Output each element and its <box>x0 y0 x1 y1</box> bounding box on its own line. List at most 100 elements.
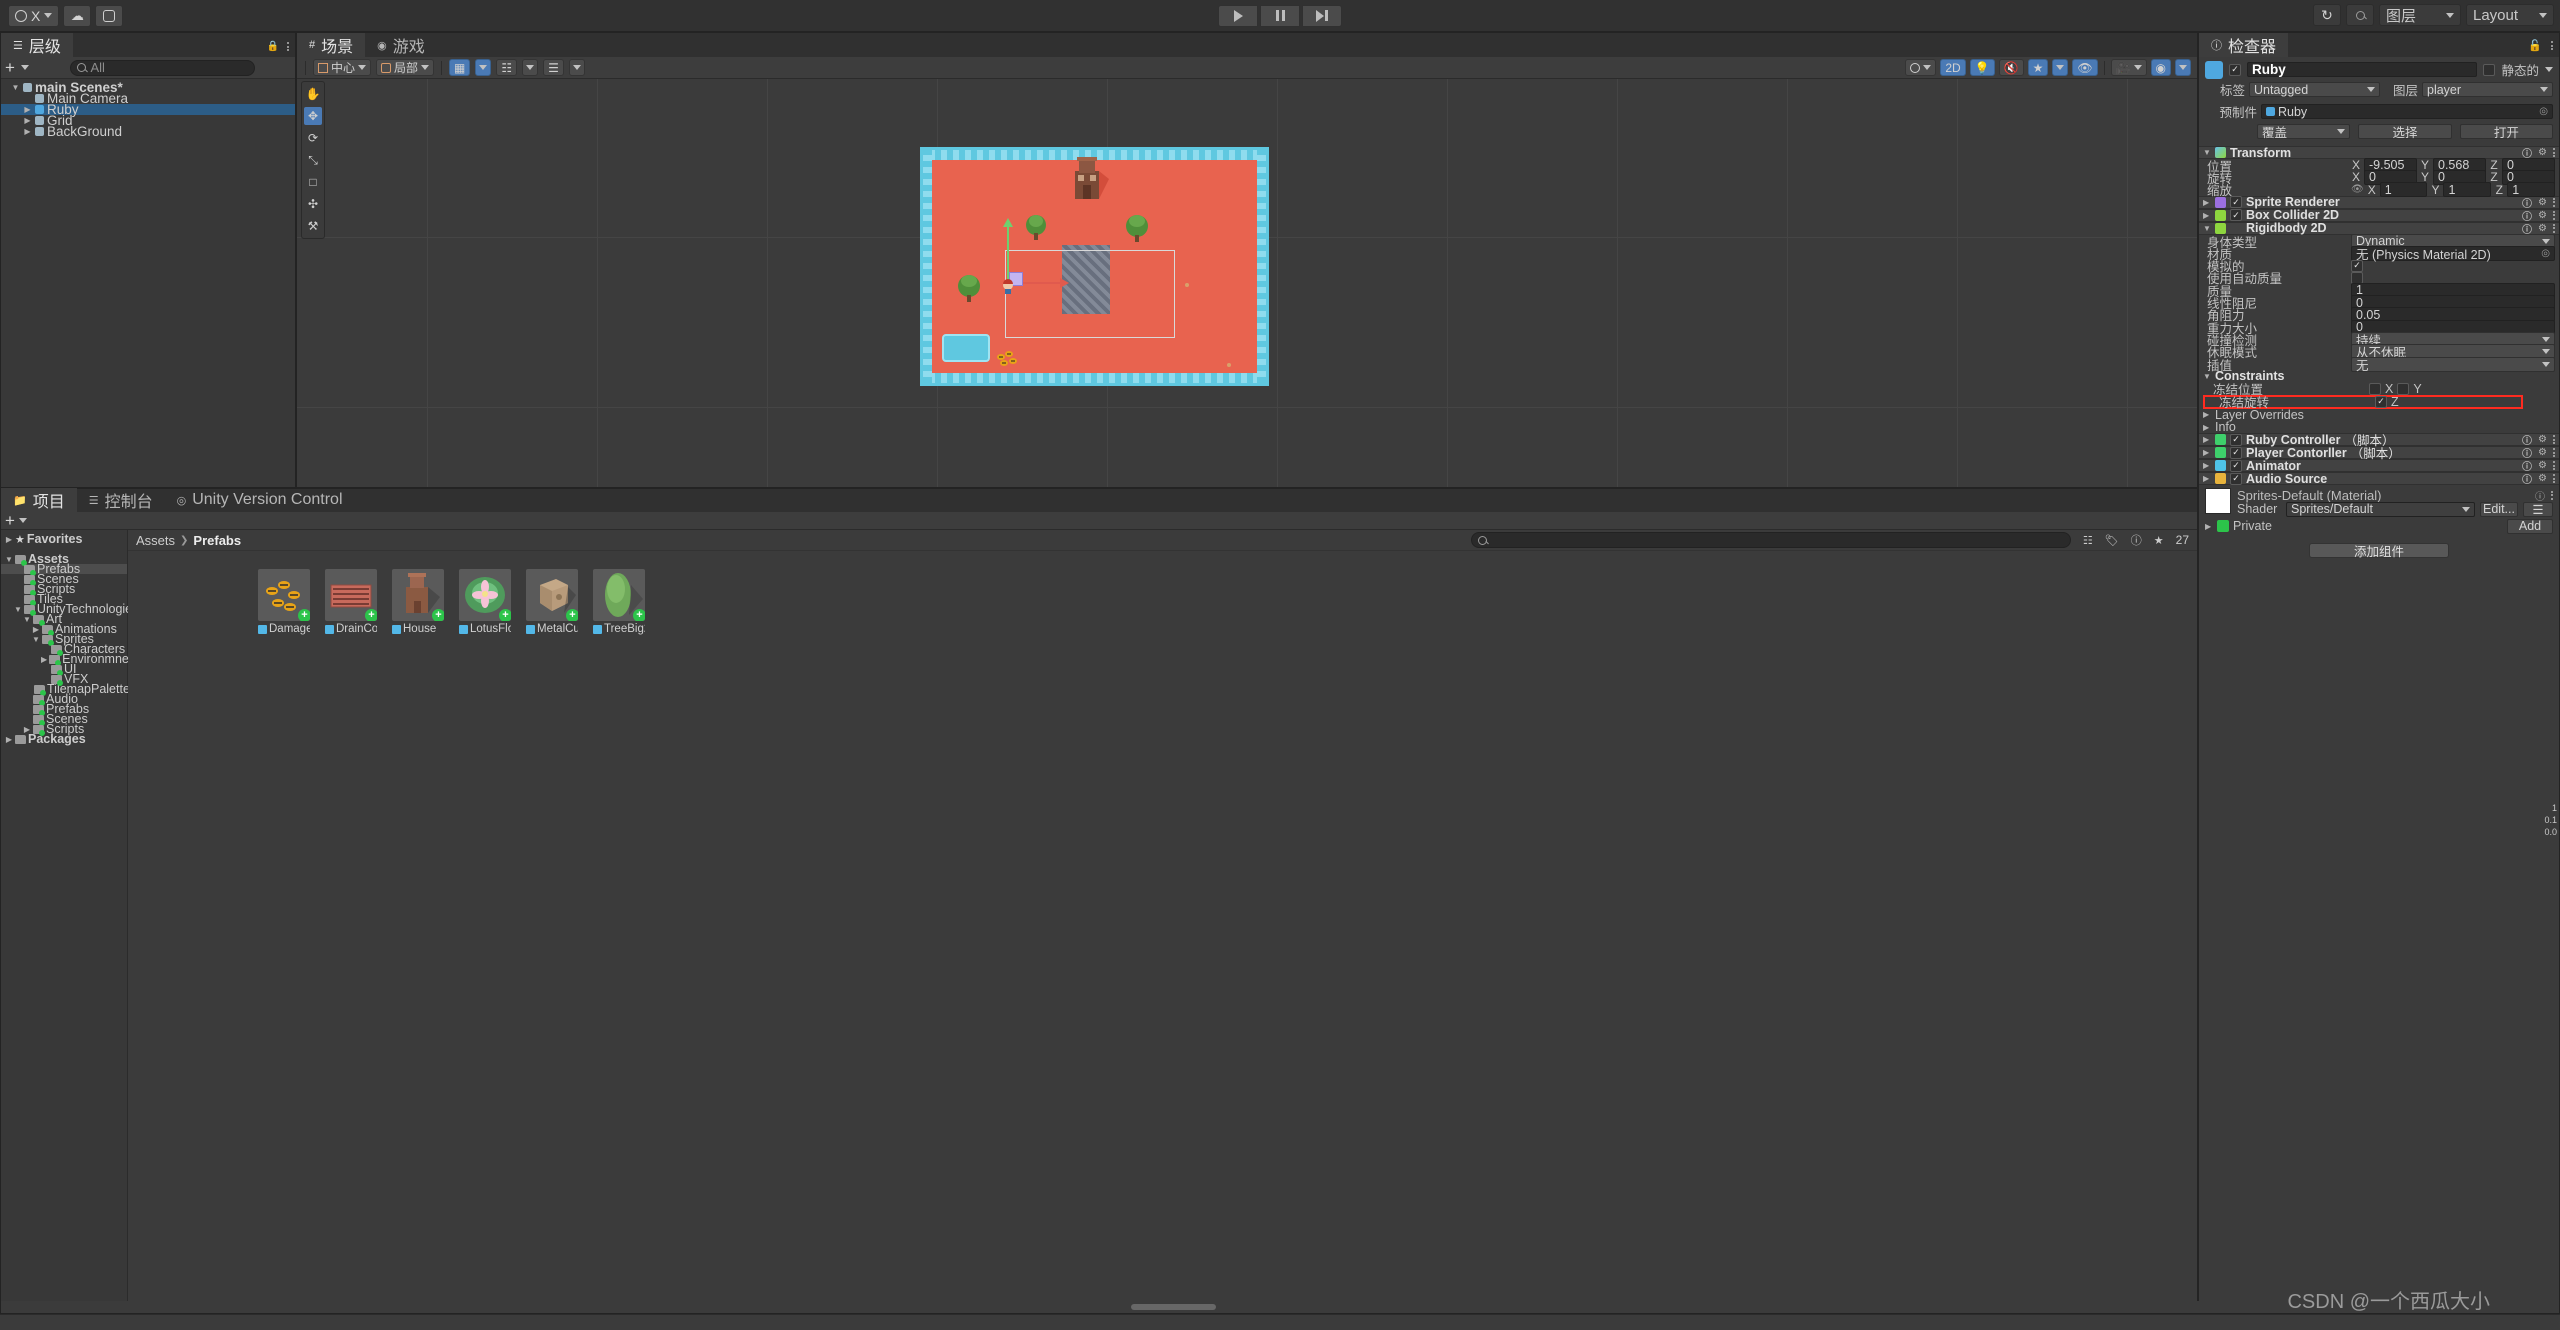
play-button[interactable] <box>1218 4 1258 27</box>
preset-icon[interactable]: ⚙ <box>2538 473 2547 484</box>
asset-item[interactable]: + LotusFlower <box>459 569 511 635</box>
layout-dropdown[interactable]: Layout <box>2466 4 2554 26</box>
transform-tool-icon[interactable]: ✣ <box>304 195 322 213</box>
tag-dropdown[interactable]: Untagged <box>2249 82 2380 97</box>
handle-space-dropdown[interactable]: 局部 <box>376 59 435 76</box>
audio-toggle[interactable]: 🔇 <box>1998 59 2024 76</box>
kebab-menu-icon[interactable] <box>2553 474 2555 484</box>
chevron-right-icon[interactable]: ▶ <box>5 735 13 744</box>
asset-item[interactable]: + TreeBig2 <box>593 569 645 635</box>
project-add-button[interactable]: + <box>5 512 15 529</box>
preset-icon[interactable]: ⚙ <box>2538 147 2547 158</box>
chevron-right-icon[interactable]: ▶ <box>2203 211 2211 220</box>
simulated-checkbox[interactable]: ✓ <box>2351 259 2363 272</box>
kebab-menu-icon[interactable] <box>2553 223 2555 233</box>
treebig2-thumb[interactable]: + <box>593 569 645 621</box>
chevron-right-icon[interactable]: ▶ <box>2203 435 2211 444</box>
hierarchy-lock-icon[interactable]: 🔒 <box>267 41 279 52</box>
house-thumb[interactable]: + <box>392 569 444 621</box>
object-picker-icon[interactable]: ◎ <box>2541 248 2550 259</box>
chevron-right-icon[interactable]: ▶ <box>41 655 47 664</box>
scene-viewport[interactable]: ✋ ✥ ⟳ ⤡ □ ✣ ⚒ <box>297 79 2197 487</box>
physics-material-input[interactable]: 无 (Physics Material 2D) ◎ <box>2351 245 2555 262</box>
chevron-right-icon[interactable]: ▶ <box>23 127 32 136</box>
prefab-overrides-dropdown[interactable]: 覆盖 <box>2257 124 2351 140</box>
chevron-right-icon[interactable]: ▶ <box>2203 198 2211 207</box>
chevron-down-icon[interactable]: ▼ <box>23 615 31 624</box>
pivot-mode-dropdown[interactable]: 中心 <box>313 59 372 76</box>
chevron-right-icon[interactable]: ▶ <box>2203 423 2211 432</box>
help-icon[interactable]: ⓘ <box>2131 532 2142 548</box>
preset-icon[interactable]: ⚙ <box>2538 434 2547 445</box>
private-checkbox[interactable] <box>2217 520 2229 533</box>
component-header-audio-source[interactable]: ▶ ✓ Audio Source ⓘ ⚙ <box>2199 472 2559 486</box>
sprite-renderer-enabled-checkbox[interactable]: ✓ <box>2230 196 2242 209</box>
object-name-input[interactable]: Ruby <box>2247 62 2478 77</box>
chevron-down-icon[interactable] <box>2545 67 2553 72</box>
account-button[interactable]: X <box>8 4 60 27</box>
chevron-down-icon[interactable]: ▼ <box>2203 372 2211 381</box>
chevron-down-icon[interactable]: ▼ <box>32 635 40 644</box>
effects-dropdown[interactable] <box>2052 59 2069 76</box>
layer-dropdown[interactable]: player <box>2422 82 2553 97</box>
layers-dropdown[interactable]: 图层 <box>2379 4 2461 26</box>
scene-visibility-toggle[interactable]: 👁 <box>2072 59 2098 76</box>
hierarchy-search-input[interactable]: All <box>70 59 256 76</box>
kebab-menu-icon[interactable] <box>2553 197 2555 207</box>
chevron-right-icon[interactable]: ▶ <box>2205 522 2213 531</box>
project-tree-item-favorites[interactable]: ▶ ★ Favorites <box>1 532 127 546</box>
lock-icon[interactable]: 🔓 <box>2528 39 2542 52</box>
hierarchy-item-grid[interactable]: ▶ Grid <box>1 113 295 128</box>
scale-x-input[interactable]: 1 <box>2379 182 2428 198</box>
prefab-object-field[interactable]: Ruby ◎ <box>2261 104 2553 119</box>
step-button[interactable] <box>1302 4 1342 27</box>
chevron-right-icon[interactable]: ▶ <box>5 535 13 544</box>
grid-snapping-toggle[interactable]: ▦ <box>449 59 471 76</box>
chevron-down-icon[interactable]: ▼ <box>5 555 13 564</box>
kebab-menu-icon[interactable] <box>2553 210 2555 220</box>
effects-toggle[interactable]: ★ <box>2027 59 2049 76</box>
freeze-rotation-z-checkbox[interactable]: ✓ <box>2375 395 2387 408</box>
chevron-down-icon[interactable]: ▼ <box>14 605 22 614</box>
tab-version-control[interactable]: ◎ Unity Version Control <box>165 488 355 512</box>
project-tree-item-unitytechnologies[interactable]: ▼ UnityTechnologies <box>1 602 138 616</box>
snap-increment-toggle[interactable]: ☷ <box>496 59 518 76</box>
grid-snapping-dropdown[interactable] <box>475 59 492 76</box>
chevron-right-icon[interactable]: ▶ <box>2203 461 2211 470</box>
component-header-player-contorller[interactable]: ▶ ✓ Player Contorller （脚本） ⓘ ⚙ <box>2199 446 2559 461</box>
tab-scene[interactable]: # 场景 <box>297 33 366 57</box>
gizmos-dropdown[interactable] <box>2175 59 2191 76</box>
kebab-menu-icon[interactable] <box>2553 448 2555 458</box>
snap-increment-dropdown[interactable] <box>522 59 539 76</box>
layer-overrides-foldout[interactable]: ▶ Layer Overrides <box>2199 408 2559 422</box>
player-contorller-enabled-checkbox[interactable]: ✓ <box>2230 446 2242 459</box>
constrain-proportions-icon[interactable]: 👁 <box>2351 184 2364 195</box>
scene-camera-dropdown[interactable]: 🎥 <box>2110 59 2147 76</box>
material-add-button[interactable]: Add <box>2507 518 2553 534</box>
rect-tool-icon[interactable]: □ <box>304 173 322 191</box>
prefab-select-button[interactable]: 选择 <box>2358 124 2452 140</box>
scale-tool-icon[interactable]: ⤡ <box>304 151 322 169</box>
ruler-dropdown[interactable] <box>568 59 585 76</box>
lighting-toggle[interactable]: 💡 <box>1969 59 1995 76</box>
ruler-toggle[interactable]: ☰ <box>543 59 564 76</box>
animator-enabled-checkbox[interactable]: ✓ <box>2230 459 2242 472</box>
metalcube-thumb[interactable]: + <box>526 569 578 621</box>
preset-icon[interactable]: ⚙ <box>2538 223 2547 234</box>
shader-edit-button[interactable]: Edit... <box>2480 501 2518 517</box>
shading-mode-dropdown[interactable] <box>1905 59 1937 76</box>
asset-item[interactable]: + DrainCover <box>325 569 377 635</box>
search-by-label-icon[interactable]: 🏷 <box>2105 534 2119 547</box>
chevron-right-icon[interactable]: ▶ <box>23 105 32 114</box>
chevron-right-icon[interactable]: ▶ <box>23 116 32 125</box>
project-tree-item-scripts[interactable]: Scripts <box>1 582 127 596</box>
custom-tool-icon[interactable]: ⚒ <box>304 217 322 235</box>
kebab-menu-icon[interactable] <box>2551 41 2553 50</box>
asset-item[interactable]: + MetalCube <box>526 569 578 635</box>
chevron-right-icon[interactable]: ▶ <box>2203 474 2211 483</box>
search-by-type-icon[interactable]: ☷ <box>2083 534 2093 547</box>
chevron-down-icon[interactable] <box>20 65 29 70</box>
tab-console[interactable]: ☰ 控制台 <box>77 488 165 512</box>
hierarchy-add-button[interactable]: + <box>5 59 15 76</box>
tab-inspector[interactable]: ⓘ 检查器 <box>2199 33 2289 57</box>
